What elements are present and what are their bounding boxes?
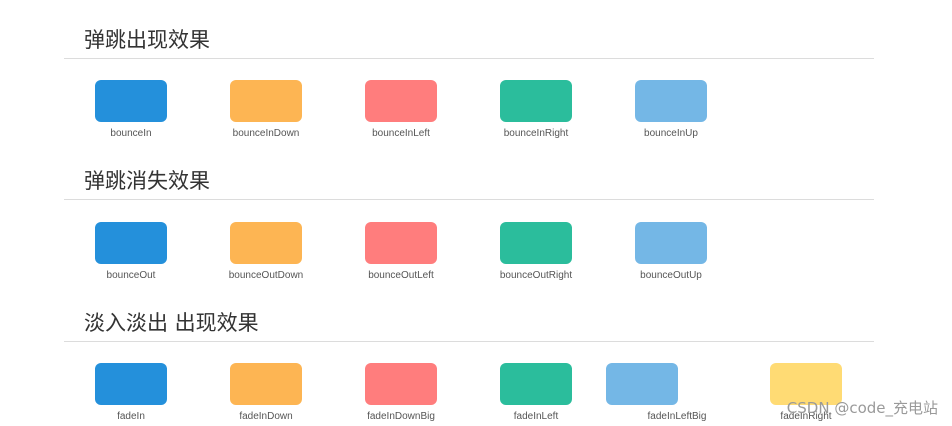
demo-bounce-out-left[interactable]: bounceOutLeft xyxy=(364,222,438,281)
color-swatch[interactable] xyxy=(635,222,707,264)
demo-fade-in[interactable]: fadeIn xyxy=(94,363,168,422)
demo-bounce-in[interactable]: bounceIn xyxy=(94,80,168,139)
demo-bounce-out[interactable]: bounceOut xyxy=(94,222,168,281)
demo-bounce-in-up[interactable]: bounceInUp xyxy=(634,80,708,139)
demo-fade-in-down[interactable]: fadeInDown xyxy=(229,363,303,422)
demo-fade-in-left[interactable]: fadeInLeft xyxy=(499,363,573,422)
color-swatch[interactable] xyxy=(500,363,572,405)
color-swatch[interactable] xyxy=(365,80,437,122)
demo-label: bounceInLeft xyxy=(372,128,430,139)
demo-label: bounceOut xyxy=(106,270,156,281)
demo-label: fadeInLeft xyxy=(513,411,559,422)
demo-label: bounceInUp xyxy=(644,128,698,139)
demo-label: bounceInRight xyxy=(503,128,569,139)
color-swatch[interactable] xyxy=(95,80,167,122)
demo-bounce-in-right[interactable]: bounceInRight xyxy=(499,80,573,139)
color-swatch[interactable] xyxy=(635,80,707,122)
section-title-fade-in: 淡入淡出 出现效果 xyxy=(84,311,259,335)
demo-fade-in-down-big[interactable]: fadeInDownBig xyxy=(364,363,438,422)
demo-fade-in-left-big[interactable]: fadeInLeftBig xyxy=(605,363,706,422)
color-swatch[interactable] xyxy=(230,363,302,405)
demo-label: fadeInDownBig xyxy=(367,411,435,422)
demo-label: bounceInDown xyxy=(232,128,300,139)
section-divider xyxy=(64,341,874,342)
demo-bounce-out-down[interactable]: bounceOutDown xyxy=(229,222,303,281)
section-title-bounce-in: 弹跳出现效果 xyxy=(84,28,210,52)
demo-label: fadeInLeftBig xyxy=(647,411,707,422)
demo-label: bounceOutRight xyxy=(499,270,573,281)
color-swatch[interactable] xyxy=(230,222,302,264)
section-title-bounce-out: 弹跳消失效果 xyxy=(84,169,210,193)
color-swatch[interactable] xyxy=(95,222,167,264)
demo-bounce-in-left[interactable]: bounceInLeft xyxy=(364,80,438,139)
section-divider xyxy=(64,58,874,59)
color-swatch[interactable] xyxy=(500,80,572,122)
color-swatch[interactable] xyxy=(500,222,572,264)
color-swatch[interactable] xyxy=(230,80,302,122)
demo-bounce-in-down[interactable]: bounceInDown xyxy=(229,80,303,139)
color-swatch[interactable] xyxy=(365,363,437,405)
demo-label: fadeIn xyxy=(117,411,145,422)
demo-label: bounceOutLeft xyxy=(368,270,434,281)
demo-label: bounceOutDown xyxy=(228,270,304,281)
color-swatch[interactable] xyxy=(95,363,167,405)
section-divider xyxy=(64,199,874,200)
watermark: CSDN @code_充电站 xyxy=(786,399,938,417)
color-swatch[interactable] xyxy=(365,222,437,264)
demo-bounce-out-right[interactable]: bounceOutRight xyxy=(499,222,573,281)
demo-label: bounceIn xyxy=(110,128,152,139)
demo-bounce-out-up[interactable]: bounceOutUp xyxy=(634,222,708,281)
page: 弹跳出现效果 bounceIn bounceInDown bounceInLef… xyxy=(0,0,952,426)
color-swatch[interactable] xyxy=(606,363,678,405)
demo-label: fadeInDown xyxy=(239,411,293,422)
demo-label: bounceOutUp xyxy=(640,270,702,281)
